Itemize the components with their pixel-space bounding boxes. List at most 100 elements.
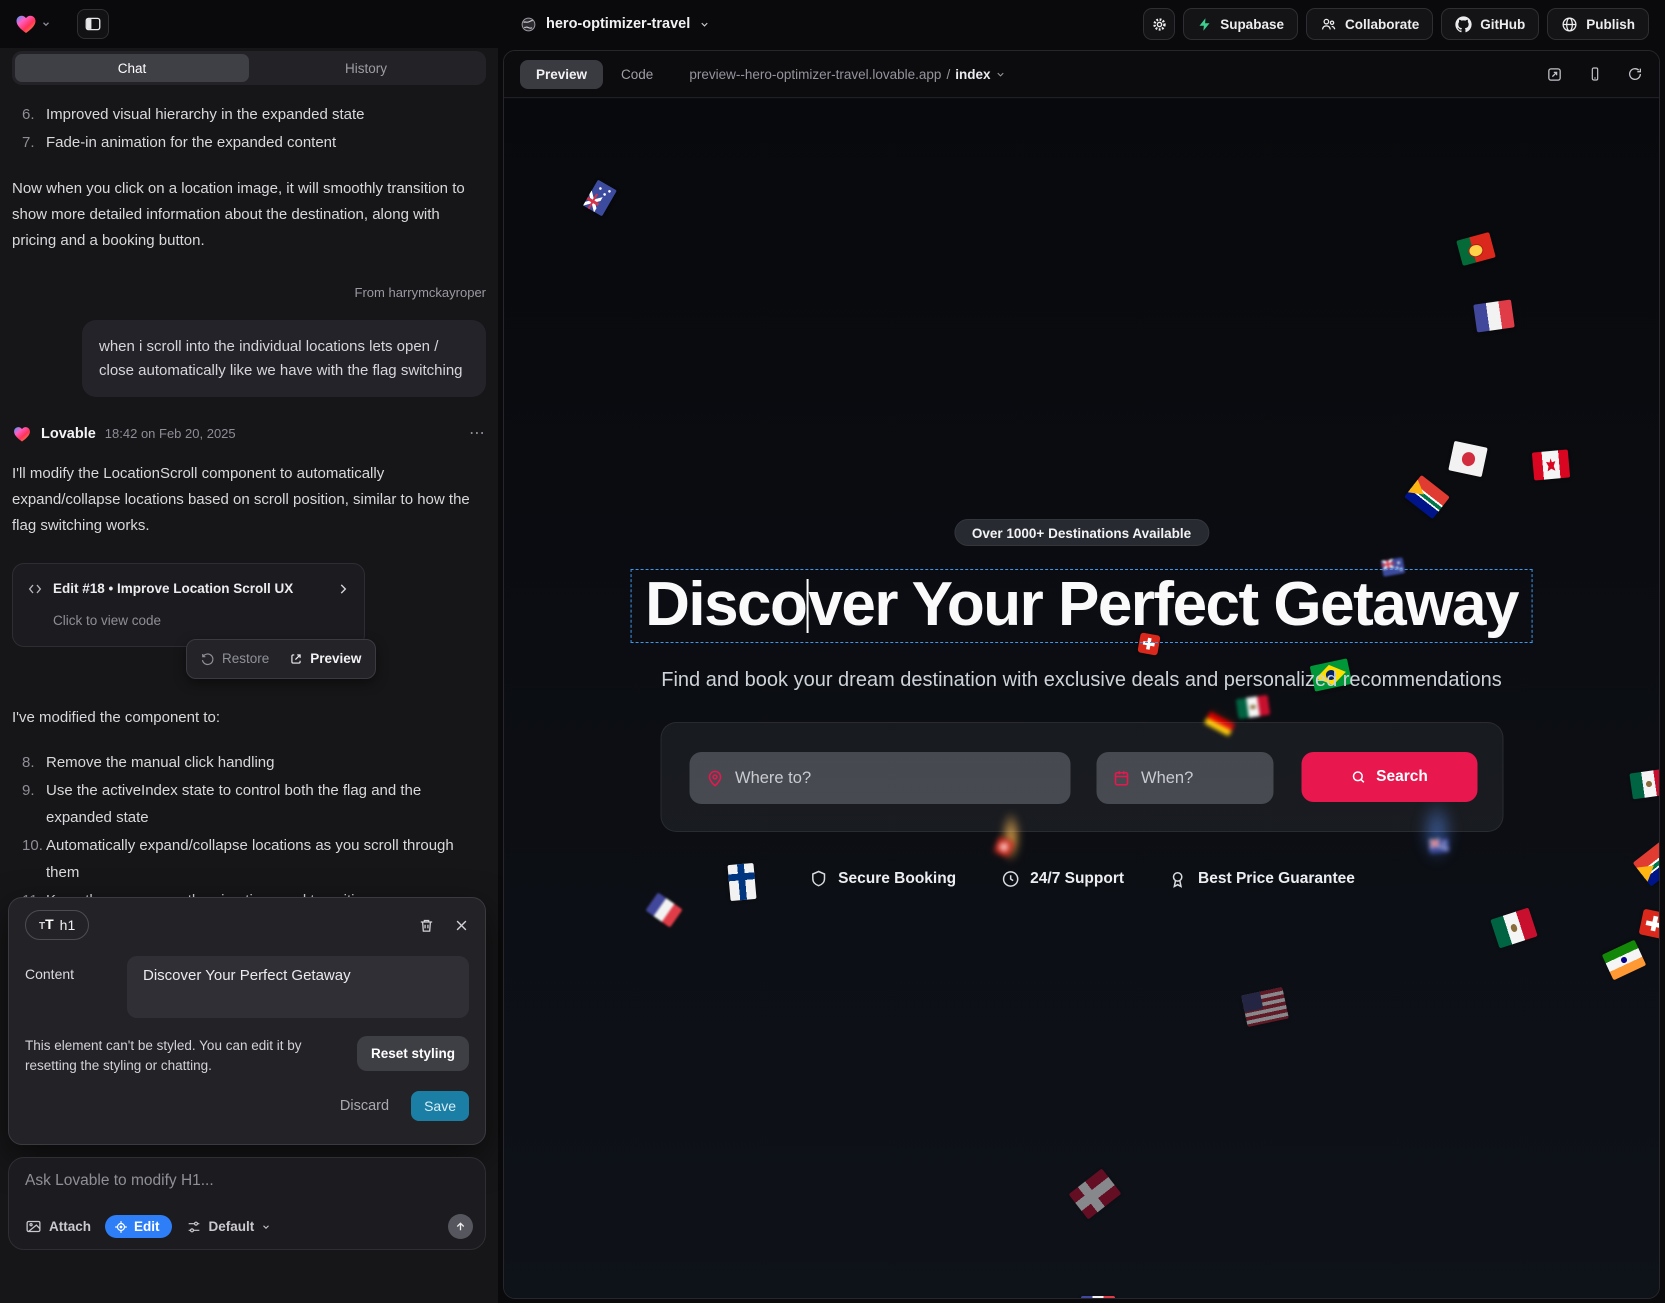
save-button[interactable]: Save: [411, 1091, 469, 1121]
list-item: Fade-in animation for the expanded conte…: [22, 129, 486, 157]
flag-za-icon: [1633, 839, 1659, 886]
edit-mode-label: Edit: [134, 1219, 160, 1234]
tab-preview[interactable]: Preview: [520, 60, 603, 89]
flag-fr-icon: [645, 892, 682, 927]
sliders-icon: [186, 1219, 202, 1235]
project-globe-icon: [520, 16, 537, 33]
sidebar-toggle-button[interactable]: [77, 9, 109, 39]
tab-code[interactable]: Code: [621, 67, 653, 82]
content-label: Content: [25, 956, 127, 1018]
supabase-button[interactable]: Supabase: [1183, 8, 1298, 40]
flag-ca-icon: [1532, 449, 1570, 480]
user-message-bubble: when i scroll into the individual locati…: [82, 320, 486, 397]
publish-button[interactable]: Publish: [1547, 8, 1649, 40]
code-icon: [27, 581, 43, 597]
chevron-down-icon: [261, 1222, 271, 1232]
assistant-paragraph: Now when you click on a location image, …: [12, 176, 486, 254]
github-icon: [1455, 16, 1472, 33]
default-mode-label: Default: [209, 1219, 255, 1234]
assistant-list-top: Improved visual hierarchy in the expande…: [12, 101, 486, 156]
composer-input[interactable]: Ask Lovable to modify H1...: [25, 1172, 469, 1190]
github-label: GitHub: [1480, 17, 1525, 32]
globe-icon: [1561, 16, 1578, 33]
when-placeholder: When?: [1141, 769, 1193, 788]
when-input[interactable]: When?: [1096, 752, 1273, 804]
search-button[interactable]: Search: [1301, 752, 1477, 802]
close-icon[interactable]: [454, 918, 469, 933]
collaborate-button[interactable]: Collaborate: [1306, 8, 1433, 40]
chevron-down-icon: [995, 69, 1006, 80]
default-mode-selector[interactable]: Default: [186, 1219, 272, 1235]
assistant-paragraph: I'll modify the LocationScroll component…: [12, 461, 486, 539]
topbar: hero-optimizer-travel Supabase Collabora…: [0, 0, 1665, 48]
restore-button[interactable]: Restore: [201, 646, 269, 672]
preview-version-button[interactable]: Preview: [289, 646, 361, 672]
clock-icon: [1000, 869, 1020, 889]
chat-messages: Improved visual hierarchy in the expande…: [12, 101, 486, 942]
feature-label: Best Price Guarantee: [1198, 870, 1355, 888]
flag-pt-icon: [1456, 232, 1496, 266]
element-tag: h1: [60, 917, 76, 933]
reset-styling-button[interactable]: Reset styling: [357, 1036, 469, 1071]
flag-mx-icon: [1490, 908, 1537, 949]
preview-chrome-bar: Preview Code preview--hero-optimizer-tra…: [504, 51, 1659, 98]
feature-secure-booking: Secure Booking: [808, 869, 956, 889]
project-switcher[interactable]: hero-optimizer-travel: [520, 0, 710, 48]
preview-viewport: Over 1000+ Destinations Available Discov…: [504, 99, 1659, 1298]
restore-icon: [201, 652, 215, 666]
panel-left-icon: [84, 15, 102, 33]
flag-mx-icon: [1629, 769, 1659, 800]
list-item: Improved visual hierarchy in the expande…: [22, 101, 486, 129]
settings-button[interactable]: [1143, 8, 1175, 40]
tab-chat[interactable]: Chat: [15, 54, 249, 82]
people-icon: [1320, 16, 1337, 33]
tab-history[interactable]: History: [249, 54, 483, 82]
where-input[interactable]: Where to?: [689, 752, 1070, 804]
flag-us-icon: [1241, 987, 1289, 1027]
trash-icon[interactable]: [418, 917, 435, 934]
refresh-button[interactable]: [1627, 66, 1643, 82]
send-button[interactable]: [448, 1214, 473, 1239]
where-placeholder: Where to?: [735, 769, 811, 788]
flag-fi-icon: [727, 863, 756, 901]
edit-version-card[interactable]: Edit #18 • Improve Location Scroll UX Cl…: [12, 563, 365, 647]
attach-button[interactable]: Attach: [25, 1218, 91, 1235]
text-size-icon: TT: [39, 916, 54, 934]
chevron-down-icon: [41, 19, 51, 29]
styling-note: This element can't be styled. You can ed…: [25, 1036, 317, 1076]
flag-za-icon: [1404, 475, 1450, 519]
element-tag-pill[interactable]: TT h1: [25, 910, 89, 940]
message-timestamp: 18:42 on Feb 20, 2025: [105, 421, 236, 447]
assistant-paragraph: I've modified the component to:: [12, 705, 486, 731]
github-button[interactable]: GitHub: [1441, 8, 1539, 40]
list-item: Remove the manual click handling: [22, 749, 486, 777]
discard-button[interactable]: Discard: [340, 1098, 389, 1114]
lovable-heart-icon: [14, 12, 38, 36]
chevron-right-icon: [336, 582, 350, 596]
search-icon: [1350, 769, 1366, 785]
target-icon: [114, 1220, 128, 1234]
hero-title-part: Disco: [645, 570, 806, 639]
more-menu-icon[interactable]: ⋯: [469, 421, 486, 447]
flag-jp-icon: [1448, 441, 1487, 477]
shield-icon: [808, 869, 828, 889]
flag-fr-icon: [1081, 1296, 1115, 1298]
preview-url[interactable]: preview--hero-optimizer-travel.lovable.a…: [689, 67, 1006, 82]
edit-mode-button[interactable]: Edit: [105, 1215, 172, 1238]
lovable-logo-menu[interactable]: [14, 12, 51, 36]
supabase-label: Supabase: [1220, 17, 1284, 32]
preview-panel: Preview Code preview--hero-optimizer-tra…: [503, 50, 1660, 1299]
hero-subtitle: Find and book your dream destination wit…: [661, 669, 1501, 692]
content-input[interactable]: Discover Your Perfect Getaway: [127, 956, 469, 1018]
feature-price-guarantee: Best Price Guarantee: [1168, 869, 1355, 889]
composer: Ask Lovable to modify H1... Attach Edit …: [8, 1157, 486, 1250]
hero-title-selected[interactable]: Discover Your Perfect Getaway: [630, 569, 1533, 643]
award-icon: [1168, 869, 1188, 889]
mobile-view-button[interactable]: [1587, 66, 1603, 82]
list-item: Automatically expand/collapse locations …: [22, 832, 486, 887]
open-external-button[interactable]: [1546, 66, 1563, 83]
arrow-up-icon: [454, 1220, 467, 1233]
flag-in-icon: [1602, 940, 1646, 981]
url-separator: /: [946, 67, 950, 82]
assistant-header: Lovable 18:42 on Feb 20, 2025 ⋯: [12, 421, 486, 447]
